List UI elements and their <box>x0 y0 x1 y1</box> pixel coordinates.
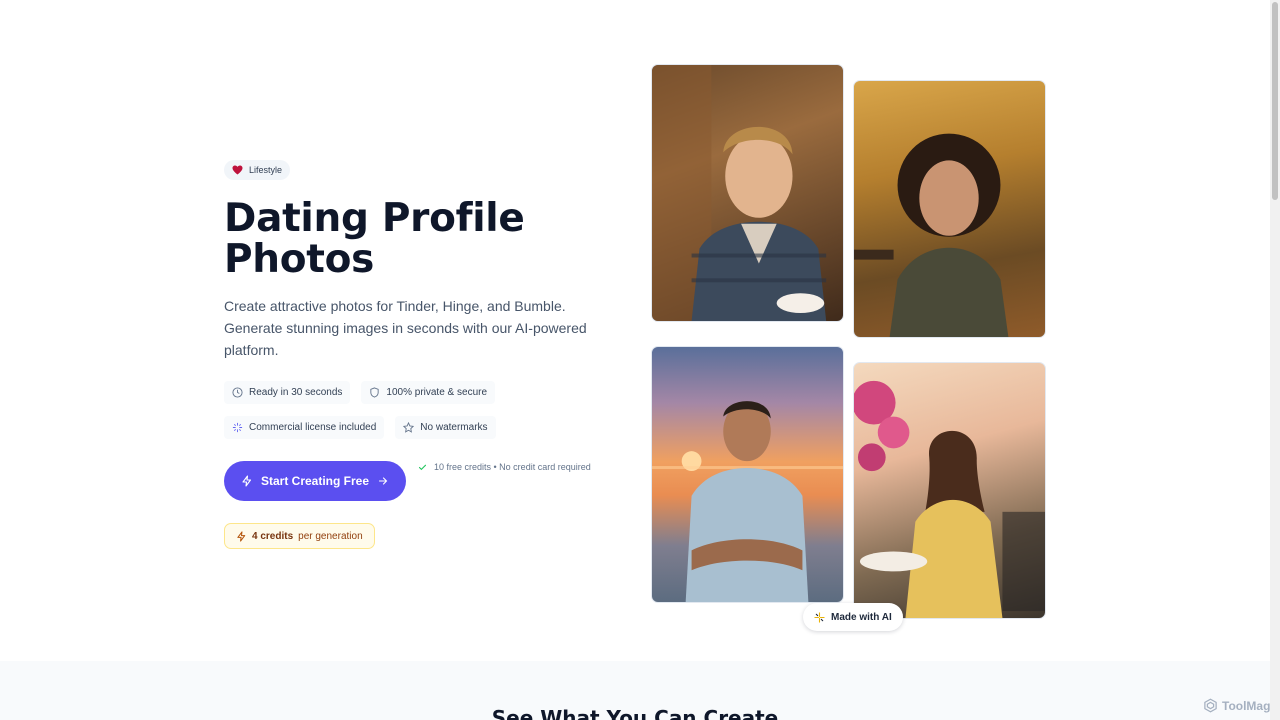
shield-icon <box>370 387 380 398</box>
feature-watermarks: No watermarks <box>395 416 496 439</box>
feature-private: 100% private & secure <box>361 381 496 404</box>
free-credits-note: 10 free credits • No credit card require… <box>418 462 591 472</box>
feature-license: Commercial license included <box>224 416 385 439</box>
category-tag: Lifestyle <box>224 160 291 180</box>
check-icon <box>418 464 427 470</box>
free-credits-text: 10 free credits • No credit card require… <box>434 462 591 472</box>
photo-illustration <box>652 401 843 602</box>
heart-icon <box>232 165 243 175</box>
photo-illustration <box>854 133 1009 337</box>
hero-description: Create attractive photos for Tinder, Hin… <box>224 298 587 358</box>
sample-photo-cafe-man <box>651 64 844 322</box>
star-icon <box>403 422 415 433</box>
bolt-icon <box>237 530 246 542</box>
examples-section: See What You Can Create <box>0 661 1270 720</box>
made-with-ai-label: Made with AI <box>831 611 892 623</box>
scrollbar-thumb[interactable] <box>1272 2 1278 200</box>
sparkle-icon <box>814 611 825 623</box>
watermark-label: ToolMage <box>1222 698 1278 713</box>
credits-suffix: per generation <box>298 530 363 542</box>
sample-photo-park-woman <box>853 80 1046 338</box>
page-title: Dating Profile Photos <box>224 196 525 282</box>
feature-list: Ready in 30 seconds 100% private & secur… <box>224 381 624 439</box>
toolmage-watermark: ToolMage <box>1203 698 1277 713</box>
photo-illustration <box>652 65 827 321</box>
examples-heading: See What You Can Create <box>491 706 779 720</box>
sample-photo-terrace-woman <box>853 362 1046 619</box>
feature-label: 100% private & secure <box>386 387 488 398</box>
sample-photo-sunset-man <box>651 346 844 603</box>
category-tag-label: Lifestyle <box>249 165 283 175</box>
photo-illustration <box>854 380 1045 618</box>
credits-badge: 4 credits per generation <box>224 523 375 549</box>
start-creating-button[interactable]: Start Creating Free <box>224 461 406 501</box>
start-creating-label: Start Creating Free <box>260 474 370 488</box>
logo-icon <box>1204 698 1217 713</box>
sparkle-icon <box>232 422 243 433</box>
feature-label: Ready in 30 seconds <box>249 387 343 398</box>
hero-content: Lifestyle Dating Profile Photos Create a… <box>224 160 624 549</box>
hero-section: Lifestyle Dating Profile Photos Create a… <box>0 0 1270 661</box>
page-scrollbar[interactable] <box>1270 0 1280 720</box>
feature-label: Commercial license included <box>249 422 377 433</box>
feature-label: No watermarks <box>420 422 488 433</box>
feature-ready: Ready in 30 seconds <box>224 381 351 404</box>
cta-row: Start Creating Free 10 free credits • No… <box>224 461 624 501</box>
credits-count: 4 credits <box>252 530 294 542</box>
clock-icon <box>232 387 243 398</box>
bolt-icon <box>242 475 252 487</box>
arrow-right-icon <box>378 477 388 485</box>
made-with-ai-badge: Made with AI <box>803 603 903 631</box>
